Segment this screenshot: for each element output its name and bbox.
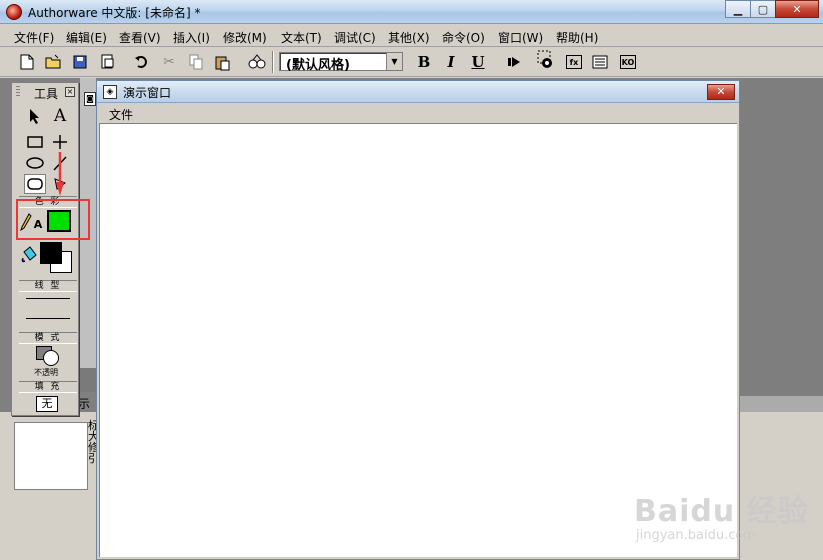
toolbar-separator	[272, 51, 274, 73]
mode-value: 不透明	[34, 368, 58, 377]
menu-insert[interactable]: 插入(I)	[173, 29, 210, 46]
properties-panel-label: 示	[78, 397, 91, 411]
drag-handle-icon[interactable]	[16, 86, 20, 98]
functions-button[interactable]: fx	[566, 55, 582, 69]
authorware-logo-icon	[6, 4, 22, 20]
watermark-main: Baidu 经验	[634, 494, 809, 529]
properties-preview-box	[14, 422, 88, 490]
properties-char: 引	[88, 452, 99, 465]
design-window-icon: ◙	[84, 92, 96, 106]
presentation-menu-file[interactable]: 文件	[109, 106, 133, 123]
tools-close-icon[interactable]: ×	[65, 87, 75, 97]
design-window-scroll-strip	[80, 368, 96, 392]
baidu-watermark: Baidu 经验 jingyan.baidu.com	[634, 486, 809, 543]
line-tool[interactable]	[49, 132, 71, 152]
copy-icon[interactable]	[187, 53, 205, 71]
window-title: Authorware 中文版: [未命名] *	[28, 6, 201, 20]
fill-section-header: 填 充	[19, 381, 77, 393]
title-bar: Authorware 中文版: [未命名] * ▁ ▢ ✕	[0, 0, 823, 24]
properties-panel-right-header	[740, 396, 823, 412]
restart-icon[interactable]	[505, 53, 523, 71]
maximize-button[interactable]: ▢	[750, 0, 776, 18]
ellipse-tool[interactable]	[24, 153, 46, 173]
menu-debug[interactable]: 调试(C)	[334, 29, 376, 46]
new-file-icon[interactable]	[18, 53, 36, 71]
menu-window[interactable]: 窗口(W)	[498, 29, 543, 46]
presentation-window-icon: ◈	[103, 85, 117, 99]
pointer-tool[interactable]	[24, 106, 46, 126]
annotation-arrow-icon	[56, 152, 64, 196]
import-icon[interactable]	[99, 53, 117, 71]
menu-edit[interactable]: 编辑(E)	[66, 29, 107, 46]
mode-section-header: 模 式	[19, 332, 77, 344]
close-button[interactable]: ✕	[775, 0, 819, 18]
toolbar	[0, 47, 823, 77]
paste-icon[interactable]	[214, 53, 232, 71]
watermark-sub: jingyan.baidu.com	[636, 528, 756, 543]
fill-foreground-swatch[interactable]	[40, 242, 62, 264]
underline-button[interactable]: U	[469, 53, 487, 71]
mode-circle-icon[interactable]	[43, 350, 59, 366]
paint-bucket-icon[interactable]	[19, 246, 39, 266]
knowledge-objects-button[interactable]: KO	[620, 55, 636, 69]
properties-text: 标 大 修 引	[88, 420, 99, 465]
presentation-window-title-bar: ◈ 演示窗口 ✕	[97, 81, 739, 103]
bold-button[interactable]: B	[415, 53, 433, 71]
presentation-window-title: 演示窗口	[123, 86, 172, 100]
menu-view[interactable]: 查看(V)	[119, 29, 161, 46]
tools-panel-header: 工具 ×	[12, 83, 78, 101]
line-section-header: 线 型	[19, 280, 77, 292]
rectangle-tool[interactable]	[24, 132, 46, 152]
menu-modify[interactable]: 修改(M)	[223, 29, 267, 46]
minimize-button[interactable]: ▁	[725, 0, 751, 18]
text-style-value: (默认风格)	[286, 58, 350, 73]
menu-file[interactable]: 文件(F)	[14, 29, 54, 46]
annotation-highlight	[16, 199, 90, 240]
find-icon[interactable]	[248, 53, 266, 71]
text-style-select[interactable]: (默认风格) ▼	[279, 52, 403, 73]
menu-other[interactable]: 其他(X)	[388, 29, 430, 46]
app-window: Authorware 中文版: [未命名] * ▁ ▢ ✕ 文件(F) 编辑(E…	[0, 0, 823, 560]
chevron-down-icon[interactable]: ▼	[386, 53, 402, 70]
menu-bar: 文件(F) 编辑(E) 查看(V) 插入(I) 修改(M) 文本(T) 调试(C…	[0, 25, 823, 47]
variables-icon[interactable]	[591, 53, 609, 71]
menu-text[interactable]: 文本(T)	[281, 29, 322, 46]
rounded-rectangle-tool[interactable]	[24, 174, 46, 194]
presentation-menu-bar: 文件	[97, 103, 739, 123]
presentation-close-button[interactable]: ✕	[707, 84, 735, 100]
italic-button[interactable]: I	[442, 53, 460, 71]
control-panel-icon[interactable]	[537, 50, 555, 69]
window-controls: ▁ ▢ ✕	[725, 0, 819, 18]
undo-icon[interactable]	[132, 53, 150, 71]
line-style-sample[interactable]	[26, 318, 70, 319]
menu-help[interactable]: 帮助(H)	[556, 29, 598, 46]
cut-icon[interactable]: ✂	[160, 53, 178, 71]
open-file-icon[interactable]	[45, 53, 63, 71]
fill-value-box[interactable]: 无	[36, 396, 58, 412]
workspace-right-area	[740, 78, 823, 396]
tools-panel-title: 工具	[34, 87, 59, 101]
properties-panel: 示 标 大 修 引	[0, 392, 99, 560]
save-all-icon[interactable]	[73, 53, 91, 71]
text-tool[interactable]: A	[49, 106, 71, 126]
menu-command[interactable]: 命令(O)	[442, 29, 485, 46]
line-style-thin[interactable]	[26, 298, 70, 299]
